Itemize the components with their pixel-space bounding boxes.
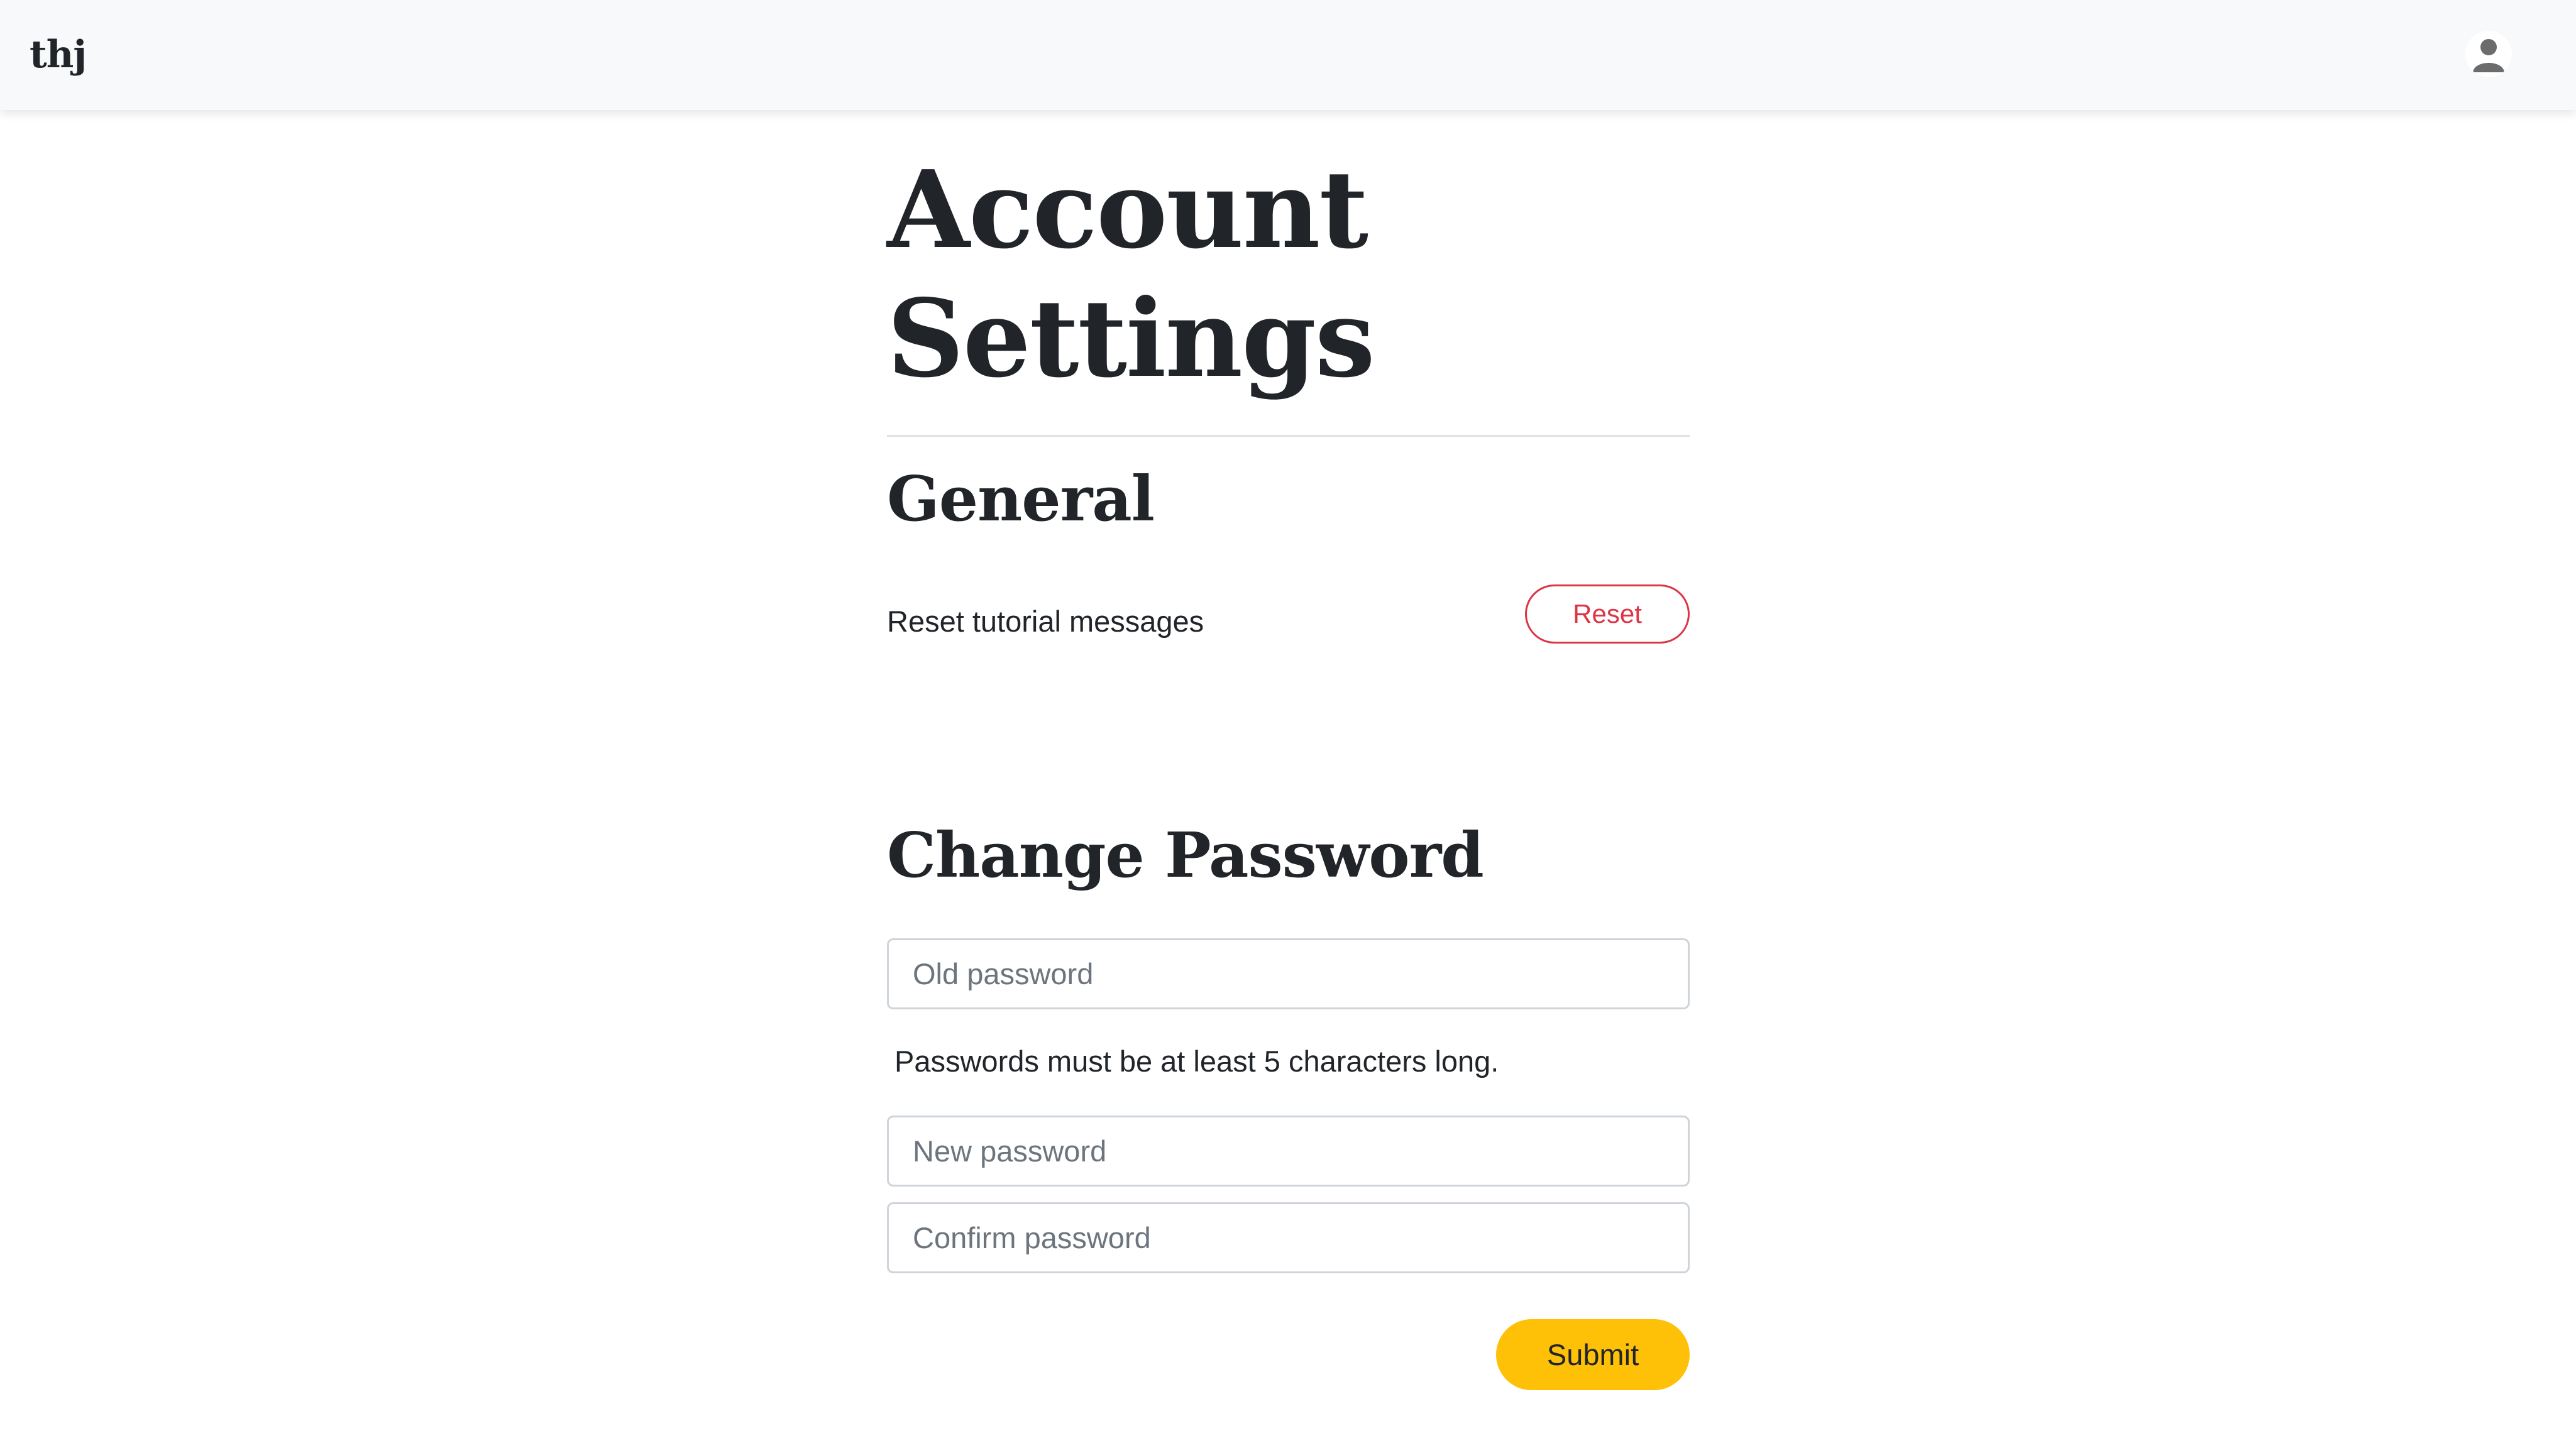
user-avatar-icon[interactable]	[2465, 31, 2512, 77]
reset-tutorial-button[interactable]: Reset	[1525, 584, 1690, 644]
page-title: Account Settings	[887, 147, 1375, 402]
reset-tutorial-label: Reset tutorial messages	[887, 605, 1204, 638]
top-navbar: thj	[0, 0, 2576, 110]
brand-logo[interactable]: thj	[30, 26, 87, 83]
old-password-input[interactable]	[887, 938, 1690, 1009]
general-heading: General	[887, 463, 1155, 535]
title-divider	[887, 435, 1690, 437]
confirm-password-input[interactable]	[887, 1202, 1690, 1273]
avatar-silhouette	[2465, 31, 2512, 77]
new-password-input[interactable]	[887, 1116, 1690, 1187]
submit-button[interactable]: Submit	[1496, 1319, 1690, 1390]
change-password-heading: Change Password	[887, 820, 1484, 892]
password-length-hint: Passwords must be at least 5 characters …	[894, 1045, 1499, 1078]
